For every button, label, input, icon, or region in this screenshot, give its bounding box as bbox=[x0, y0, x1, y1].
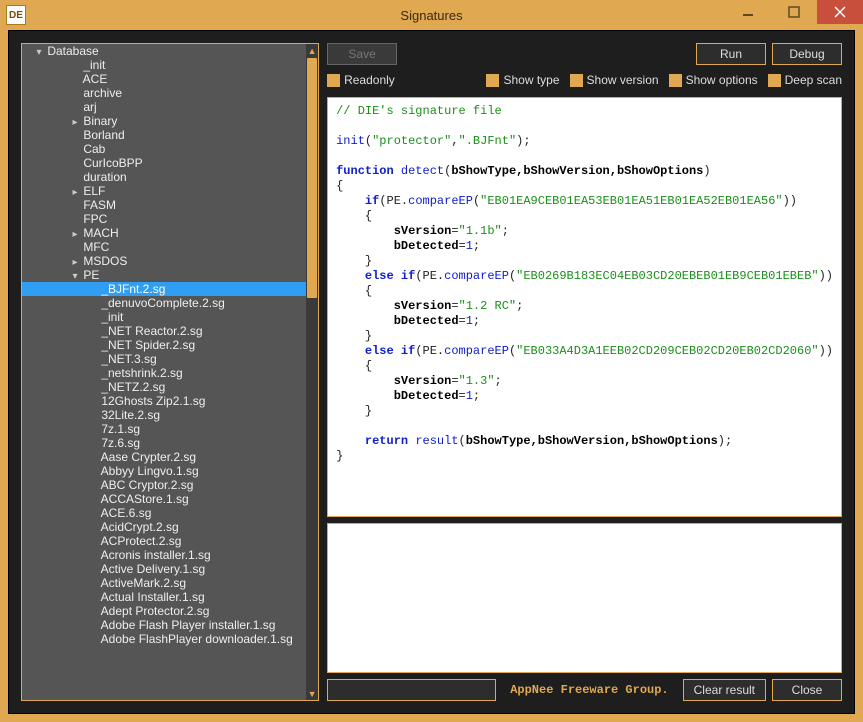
tree-scrollbar[interactable]: ▲ ▼ bbox=[306, 44, 318, 700]
scroll-thumb[interactable] bbox=[307, 58, 317, 298]
close-button[interactable]: Close bbox=[772, 679, 842, 701]
tree-item[interactable]: ACCAStore.1.sg bbox=[22, 492, 306, 506]
tree-item[interactable]: ▸ MSDOS bbox=[22, 254, 306, 268]
deep-scan-checkbox[interactable]: Deep scan bbox=[768, 73, 842, 87]
show-type-label: Show type bbox=[503, 73, 559, 87]
scroll-down-icon[interactable]: ▼ bbox=[306, 687, 318, 700]
readonly-label: Readonly bbox=[344, 73, 395, 87]
tree-item[interactable]: 32Lite.2.sg bbox=[22, 408, 306, 422]
tree-item[interactable]: ▸ Binary bbox=[22, 114, 306, 128]
tree-item[interactable]: MFC bbox=[22, 240, 306, 254]
tree-item[interactable]: ▾ PE bbox=[22, 268, 306, 282]
right-panel: Save Run Debug Readonly Show type Show v… bbox=[327, 43, 842, 701]
tree-item[interactable]: 12Ghosts Zip2.1.sg bbox=[22, 394, 306, 408]
tree-item[interactable]: Borland bbox=[22, 128, 306, 142]
show-version-checkbox[interactable]: Show version bbox=[570, 73, 659, 87]
tree-item[interactable]: _denuvoComplete.2.sg bbox=[22, 296, 306, 310]
tree-item[interactable]: _init bbox=[22, 310, 306, 324]
tree-item[interactable]: arj bbox=[22, 100, 306, 114]
show-options-label: Show options bbox=[686, 73, 758, 87]
tree-item[interactable]: ACProtect.2.sg bbox=[22, 534, 306, 548]
tree-item[interactable]: Adobe Flash Player installer.1.sg bbox=[22, 618, 306, 632]
output-panel[interactable] bbox=[327, 523, 842, 673]
tree-item[interactable]: FPC bbox=[22, 212, 306, 226]
status-bar bbox=[327, 679, 496, 701]
show-type-checkbox[interactable]: Show type bbox=[486, 73, 559, 87]
tree-item[interactable]: ACE.6.sg bbox=[22, 506, 306, 520]
tree-item[interactable]: _NET.3.sg bbox=[22, 352, 306, 366]
tree-root[interactable]: ▾ Database bbox=[22, 44, 306, 58]
tree-panel: ▾ Database _init ACE archive arj▸ Binary… bbox=[21, 43, 319, 701]
tree-item[interactable]: ▸ MACH bbox=[22, 226, 306, 240]
tree-item[interactable]: Adept Protector.2.sg bbox=[22, 604, 306, 618]
tree-item[interactable]: ActiveMark.2.sg bbox=[22, 576, 306, 590]
tree-item[interactable]: _NET Reactor.2.sg bbox=[22, 324, 306, 338]
tree-item[interactable]: _NETZ.2.sg bbox=[22, 380, 306, 394]
app-icon: DE bbox=[6, 5, 26, 25]
debug-button[interactable]: Debug bbox=[772, 43, 842, 65]
tree-item[interactable]: Active Delivery.1.sg bbox=[22, 562, 306, 576]
deep-scan-label: Deep scan bbox=[785, 73, 842, 87]
signature-tree[interactable]: ▾ Database _init ACE archive arj▸ Binary… bbox=[22, 44, 306, 700]
tree-item[interactable]: archive bbox=[22, 86, 306, 100]
tree-item[interactable]: _BJFnt.2.sg bbox=[22, 282, 306, 296]
scroll-up-icon[interactable]: ▲ bbox=[306, 44, 318, 57]
tree-item[interactable]: Actual Installer.1.sg bbox=[22, 590, 306, 604]
title-bar: DE Signatures bbox=[0, 0, 863, 30]
tree-item[interactable]: ACE bbox=[22, 72, 306, 86]
tree-item[interactable]: Abbyy Lingvo.1.sg bbox=[22, 464, 306, 478]
show-options-checkbox[interactable]: Show options bbox=[669, 73, 758, 87]
tree-item[interactable]: 7z.6.sg bbox=[22, 436, 306, 450]
tree-item[interactable]: _netshrink.2.sg bbox=[22, 366, 306, 380]
minimize-button[interactable] bbox=[725, 0, 771, 24]
tree-item[interactable]: Adobe FlashPlayer downloader.1.sg bbox=[22, 632, 306, 646]
tree-item[interactable]: _NET Spider.2.sg bbox=[22, 338, 306, 352]
tree-item[interactable]: duration bbox=[22, 170, 306, 184]
close-window-button[interactable] bbox=[817, 0, 863, 24]
tree-item[interactable]: Cab bbox=[22, 142, 306, 156]
readonly-checkbox[interactable]: Readonly bbox=[327, 73, 395, 87]
tree-item[interactable]: ▸ ELF bbox=[22, 184, 306, 198]
tree-item[interactable]: 7z.1.sg bbox=[22, 422, 306, 436]
save-button[interactable]: Save bbox=[327, 43, 397, 65]
tree-item[interactable]: Aase Crypter.2.sg bbox=[22, 450, 306, 464]
clear-result-button[interactable]: Clear result bbox=[683, 679, 766, 701]
code-editor[interactable]: // DIE's signature file init("protector"… bbox=[327, 97, 842, 517]
show-version-label: Show version bbox=[587, 73, 659, 87]
tree-item[interactable]: FASM bbox=[22, 198, 306, 212]
tree-item[interactable]: _init bbox=[22, 58, 306, 72]
run-button[interactable]: Run bbox=[696, 43, 766, 65]
branding-label: AppNee Freeware Group. bbox=[510, 683, 668, 697]
maximize-button[interactable] bbox=[771, 0, 817, 24]
tree-item[interactable]: AcidCrypt.2.sg bbox=[22, 520, 306, 534]
tree-item[interactable]: ABC Cryptor.2.sg bbox=[22, 478, 306, 492]
tree-item[interactable]: Acronis installer.1.sg bbox=[22, 548, 306, 562]
tree-item[interactable]: CurIcoBPP bbox=[22, 156, 306, 170]
client-area: ▾ Database _init ACE archive arj▸ Binary… bbox=[8, 30, 855, 714]
